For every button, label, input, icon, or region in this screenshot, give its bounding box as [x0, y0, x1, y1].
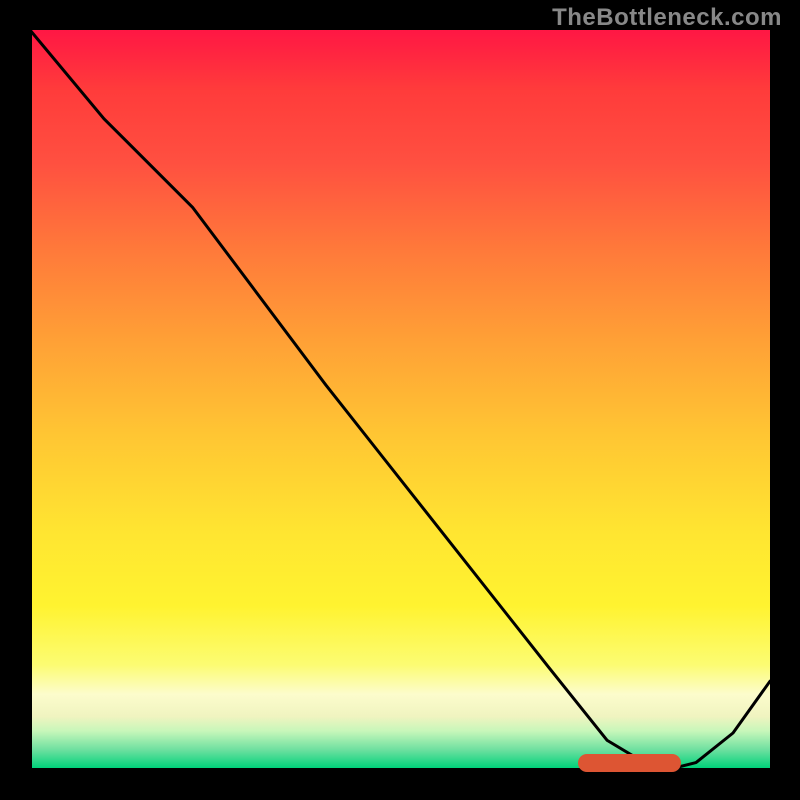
- chart-container: TheBottleneck.com: [0, 0, 800, 800]
- watermark-text: TheBottleneck.com: [552, 4, 782, 32]
- optimal-range-marker: [578, 754, 682, 772]
- bottleneck-curve: [30, 30, 770, 770]
